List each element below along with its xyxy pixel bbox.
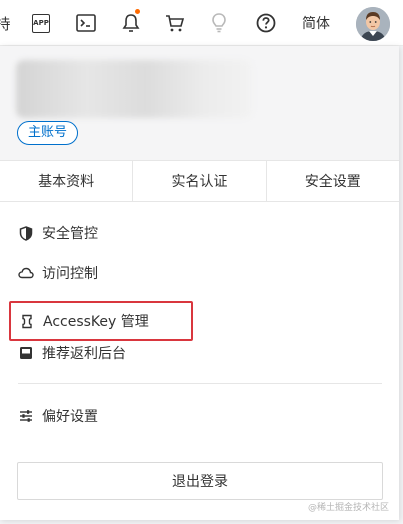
tab-real-name-auth[interactable]: 实名认证 — [133, 161, 267, 201]
menu-item-label: 安全管控 — [42, 226, 98, 242]
menu-item-preferences[interactable]: 偏好设置 — [18, 405, 98, 427]
menu-item-label: 偏好设置 — [42, 409, 98, 425]
logout-button[interactable]: 退出登录 — [17, 462, 383, 500]
cloud-icon — [18, 265, 34, 281]
menu-item-security-control[interactable]: 安全管控 — [18, 222, 98, 244]
menu-item-access-control[interactable]: 访问控制 — [18, 262, 98, 284]
menu-item-label: 访问控制 — [42, 266, 98, 282]
menu-item-accesskey-management[interactable]: AccessKey 管理 — [9, 301, 193, 341]
account-tabs: 基本资料 实名认证 安全设置 — [0, 160, 399, 202]
bell-icon[interactable] — [119, 0, 143, 46]
blurred-account-name — [16, 60, 252, 118]
sliders-icon — [18, 408, 34, 424]
top-navigation-bar: 持 APP 简体 — [0, 0, 403, 46]
menu-item-label: 推荐返利后台 — [42, 346, 126, 362]
profile-header: 主账号 — [0, 46, 399, 160]
accesskey-icon — [19, 313, 35, 329]
tab-basic-info[interactable]: 基本资料 — [0, 161, 134, 201]
app-icon[interactable]: APP — [30, 0, 52, 46]
tab-security-settings[interactable]: 安全设置 — [266, 161, 399, 201]
cart-icon[interactable] — [163, 0, 187, 46]
truncated-nav-text[interactable]: 持 — [0, 0, 11, 46]
bulb-icon[interactable] — [208, 0, 230, 46]
menu-item-referral-rebate[interactable]: 推荐返利后台 — [18, 342, 126, 364]
shield-icon — [18, 225, 34, 241]
menu-divider — [18, 383, 382, 384]
rebate-icon — [18, 345, 34, 361]
notification-dot — [135, 9, 140, 14]
avatar[interactable] — [356, 7, 390, 41]
terminal-icon[interactable] — [73, 0, 99, 46]
account-dropdown-panel: 主账号 基本资料 实名认证 安全设置 安全管控 访问控制 AccessKey 管 — [0, 46, 399, 520]
app-icon-label: APP — [32, 13, 50, 33]
language-switcher[interactable]: 简体 — [296, 0, 336, 46]
account-type-badge: 主账号 — [17, 121, 79, 145]
help-icon[interactable] — [254, 0, 278, 46]
menu-item-label: AccessKey 管理 — [43, 314, 149, 330]
watermark: @稀土掘金技术社区 — [307, 503, 389, 513]
